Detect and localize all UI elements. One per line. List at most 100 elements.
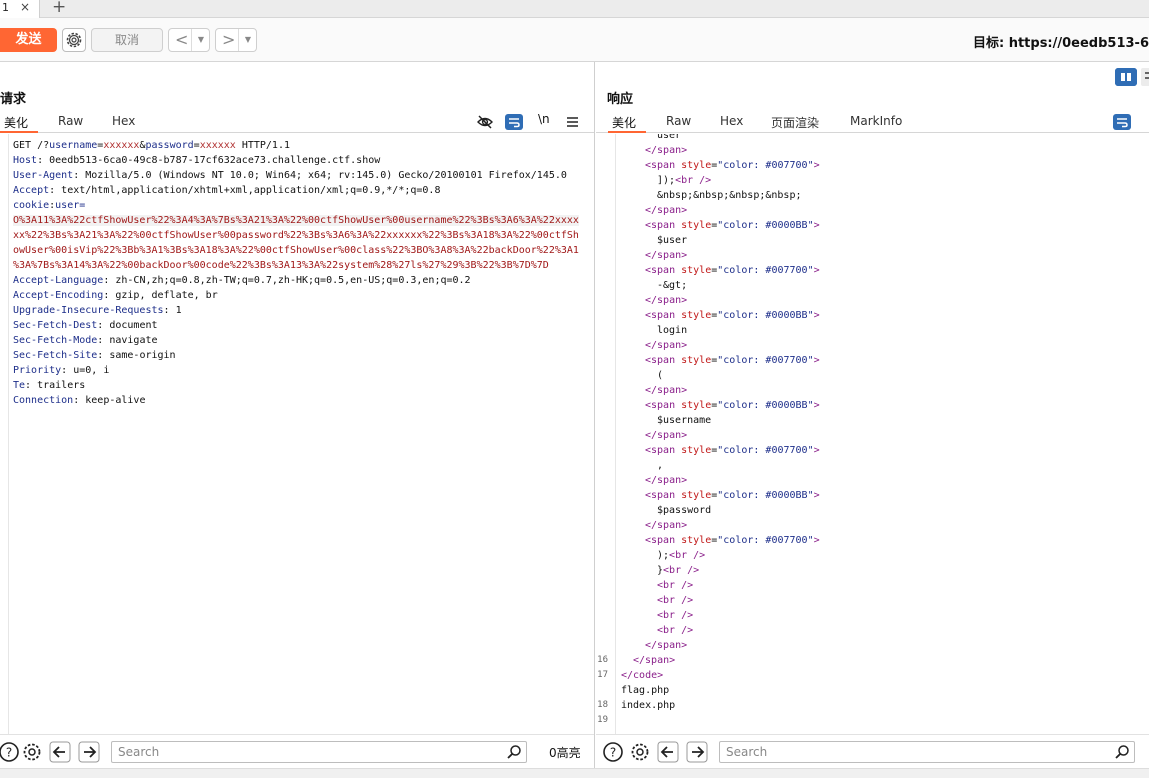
tab-raw[interactable]: Raw [666, 114, 691, 128]
tab-label: 1 [2, 1, 9, 14]
response-search-input[interactable]: Search [719, 741, 1135, 763]
settings-icon[interactable] [21, 741, 43, 763]
line-number: 19 [597, 715, 608, 725]
tab-hex[interactable]: Hex [112, 114, 135, 128]
layout-menu-icon[interactable] [1141, 68, 1149, 86]
response-code-line: ]);<br /> [657, 175, 712, 186]
response-code-line: <span style="color: #007700"> [645, 355, 820, 366]
tab-hex[interactable]: Hex [720, 114, 743, 128]
header-line: Te: trailers [13, 380, 86, 391]
response-code-line: login [657, 325, 688, 336]
back-button[interactable]: < ▼ [168, 28, 210, 52]
search-icon[interactable] [1114, 744, 1130, 760]
tab-strip: 1 × + [0, 0, 1149, 18]
menu-icon[interactable] [565, 114, 583, 130]
request-search-input[interactable]: Search [111, 741, 527, 763]
response-code-line: </span> [645, 145, 688, 156]
response-code-line: <span style="color: #0000BB"> [645, 310, 820, 321]
tab-raw[interactable]: Raw [58, 114, 83, 128]
response-editor[interactable]: user </span> <span style="color: #007700">… [596, 134, 1149, 734]
send-button[interactable]: 发送 [0, 28, 57, 52]
response-code-line: user [657, 134, 682, 141]
response-subtabs: 美化 Raw Hex 页面渲染 MarkInfo [596, 111, 1149, 133]
header-name: Priority [13, 365, 62, 376]
settings-button[interactable] [62, 28, 86, 52]
svg-text:?: ? [6, 746, 12, 760]
tab-1[interactable]: 1 × [0, 0, 40, 18]
layout-split-icon[interactable] [1115, 68, 1137, 86]
response-code-line: , [657, 460, 664, 471]
cookie-value-line: xx%22%3Bs%3A21%3A%22%00ctfShowUser%00pas… [13, 230, 579, 241]
response-code-line: </span> [645, 385, 688, 396]
request-pane: 请求 美化 Raw Hex \n GET /?username=xxxxxx&p… [0, 62, 595, 768]
tab-pretty[interactable]: 美化 [4, 114, 28, 131]
newline-toggle[interactable]: \n [538, 112, 550, 126]
header-name: Accept-Language [13, 275, 104, 286]
gear-icon [66, 32, 82, 48]
request-line: GET /?username=xxxxxx&password=xxxxxx HT… [13, 140, 290, 151]
tab-markinfo[interactable]: MarkInfo [850, 114, 902, 128]
search-icon[interactable] [506, 744, 522, 760]
header-line: Host: 0eedb513-6ca0-49c8-b787-17cf632ace… [13, 155, 381, 166]
header-line: Sec-Fetch-Mode: navigate [13, 335, 158, 346]
help-icon[interactable]: ? [0, 741, 20, 763]
line-number: 17 [597, 670, 608, 680]
header-line: Accept-Encoding: gzip, deflate, br [13, 290, 218, 301]
header-line: Connection: keep-alive [13, 395, 146, 406]
header-value: keep-alive [85, 395, 146, 406]
previous-icon[interactable] [49, 741, 71, 763]
settings-icon[interactable] [629, 741, 651, 763]
help-icon[interactable]: ? [602, 741, 624, 763]
response-code-line: <br /> [657, 610, 694, 621]
response-code-line: $password [657, 505, 712, 516]
request-editor[interactable]: GET /?username=xxxxxx&password=xxxxxx HT… [0, 134, 594, 734]
response-code-line: </span> [645, 250, 688, 261]
header-value: gzip, deflate, br [115, 290, 218, 301]
response-code-line: &nbsp;&nbsp;&nbsp;&nbsp; [657, 190, 802, 201]
response-code-line: </span> [645, 205, 688, 216]
next-icon[interactable] [78, 741, 100, 763]
cancel-button[interactable]: 取消 [91, 28, 163, 52]
response-code-line: index.php [621, 700, 676, 711]
back-dropdown[interactable]: ▼ [191, 29, 210, 51]
request-search-bar: ? Search 0高亮 [0, 734, 594, 768]
active-tab-indicator [0, 131, 38, 133]
new-tab-button[interactable]: + [52, 0, 66, 17]
wrap-icon[interactable] [505, 114, 523, 130]
header-value: 0eedb513-6ca0-49c8-b787-17cf632ace73.cha… [49, 155, 381, 166]
header-name: Sec-Fetch-Mode [13, 335, 98, 346]
tab-render[interactable]: 页面渲染 [771, 114, 819, 131]
close-icon[interactable]: × [20, 0, 30, 14]
response-code-line: $username [657, 415, 712, 426]
search-placeholder: Search [118, 745, 160, 759]
header-line: Accept: text/html,application/xhtml+xml,… [13, 185, 441, 196]
hide-icon[interactable] [476, 114, 494, 130]
response-code-line: }<br /> [657, 565, 700, 576]
header-value: navigate [109, 335, 158, 346]
response-code-line: <span style="color: #007700"> [645, 265, 820, 276]
line-number: 18 [597, 700, 608, 710]
header-name: Te [13, 380, 26, 391]
wrap-icon[interactable] [1113, 114, 1131, 130]
previous-icon[interactable] [657, 741, 679, 763]
response-code-line: </span> [633, 655, 676, 666]
forward-dropdown[interactable]: ▼ [238, 29, 257, 51]
header-line: Sec-Fetch-Site: same-origin [13, 350, 176, 361]
response-code-line: <br /> [657, 625, 694, 636]
status-bar [0, 768, 1149, 778]
response-code-line: );<br /> [657, 550, 706, 561]
response-code-line: </span> [645, 520, 688, 531]
target-url[interactable]: 目标: https://0eedb513-6 [973, 32, 1149, 51]
next-icon[interactable] [686, 741, 708, 763]
tab-pretty[interactable]: 美化 [612, 114, 636, 131]
forward-arrow-icon: > [222, 30, 236, 49]
response-code-line: </span> [645, 295, 688, 306]
gutter [615, 134, 616, 734]
response-code-line: flag.php [621, 685, 670, 696]
header-value: user= [55, 200, 86, 211]
response-code-line: <span style="color: #007700"> [645, 445, 820, 456]
response-code-line: </span> [645, 475, 688, 486]
cookie-value-line: owUser%00isVip%22%3Bb%3A1%3Bs%3A18%3A%22… [13, 245, 579, 256]
forward-button[interactable]: > ▼ [215, 28, 257, 52]
search-placeholder: Search [726, 745, 768, 759]
